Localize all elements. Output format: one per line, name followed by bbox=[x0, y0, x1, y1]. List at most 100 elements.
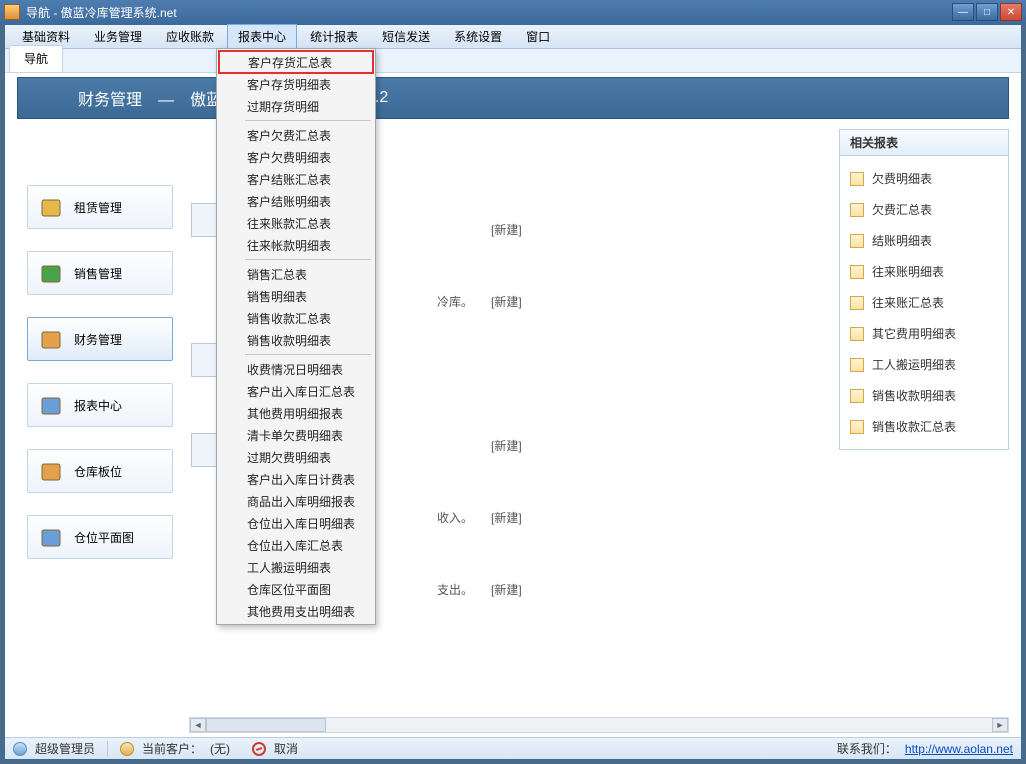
status-cancel[interactable]: 取消 bbox=[274, 740, 298, 757]
customer-icon bbox=[120, 742, 134, 756]
related-report-label: 欠费明细表 bbox=[872, 170, 932, 187]
report-icon bbox=[850, 389, 864, 403]
menu-系统设置[interactable]: 系统设置 bbox=[443, 24, 513, 49]
content-area: 财务管理 — 傲蓝冷 v5.2 租赁管理销售管理财务管理报表中心仓库板位仓位平面… bbox=[5, 73, 1021, 737]
menu-item-销售收款汇总表[interactable]: 销售收款汇总表 bbox=[219, 307, 373, 329]
row-new-link[interactable]: [新建] bbox=[491, 509, 551, 526]
nav-icon bbox=[38, 392, 64, 418]
scroll-left-button[interactable]: ◄ bbox=[190, 718, 206, 732]
report-icon bbox=[850, 265, 864, 279]
related-report-item[interactable]: 其它费用明细表 bbox=[850, 325, 998, 342]
menu-短信发送[interactable]: 短信发送 bbox=[371, 24, 441, 49]
related-report-label: 往来账明细表 bbox=[872, 263, 944, 280]
menu-item-客户欠费明细表[interactable]: 客户欠费明细表 bbox=[219, 146, 373, 168]
right-panel-title: 相关报表 bbox=[840, 130, 1008, 156]
menu-item-客户出入库日计费表[interactable]: 客户出入库日计费表 bbox=[219, 468, 373, 490]
related-report-item[interactable]: 结账明细表 bbox=[850, 232, 998, 249]
related-report-label: 工人搬运明细表 bbox=[872, 356, 956, 373]
menu-业务管理[interactable]: 业务管理 bbox=[83, 24, 153, 49]
nav-card-财务管理[interactable]: 财务管理 bbox=[27, 317, 173, 361]
row-new-link[interactable]: [新建] bbox=[491, 221, 551, 238]
tab-nav[interactable]: 导航 bbox=[9, 45, 63, 72]
related-report-item[interactable]: 往来账汇总表 bbox=[850, 294, 998, 311]
menu-item-客户存货明细表[interactable]: 客户存货明细表 bbox=[219, 73, 373, 95]
horizontal-scrollbar[interactable]: ◄ ► bbox=[189, 717, 1009, 733]
menu-item-收费情况日明细表[interactable]: 收费情况日明细表 bbox=[219, 358, 373, 380]
nav-card-仓库板位[interactable]: 仓库板位 bbox=[27, 449, 173, 493]
menu-应收账款[interactable]: 应收账款 bbox=[155, 24, 225, 49]
menu-item-客户结账汇总表[interactable]: 客户结账汇总表 bbox=[219, 168, 373, 190]
maximize-button[interactable]: □ bbox=[976, 3, 998, 21]
nav-icon bbox=[38, 326, 64, 352]
cancel-icon[interactable] bbox=[252, 742, 266, 756]
menu-item-客户结账明细表[interactable]: 客户结账明细表 bbox=[219, 190, 373, 212]
page-title: 财务管理 — 傲蓝冷 bbox=[78, 86, 238, 110]
nav-cards: 租赁管理销售管理财务管理报表中心仓库板位仓位平面图 bbox=[27, 185, 173, 559]
related-report-item[interactable]: 往来账明细表 bbox=[850, 263, 998, 280]
scroll-thumb[interactable] bbox=[206, 718, 326, 732]
menu-item-其他费用支出明细表[interactable]: 其他费用支出明细表 bbox=[219, 600, 373, 622]
report-icon bbox=[850, 327, 864, 341]
menu-窗口[interactable]: 窗口 bbox=[515, 24, 561, 49]
report-icon bbox=[850, 203, 864, 217]
menu-item-仓位出入库汇总表[interactable]: 仓位出入库汇总表 bbox=[219, 534, 373, 556]
nav-card-label: 仓位平面图 bbox=[74, 529, 134, 546]
related-report-label: 销售收款明细表 bbox=[872, 387, 956, 404]
menu-统计报表[interactable]: 统计报表 bbox=[299, 24, 369, 49]
menu-item-工人搬运明细表[interactable]: 工人搬运明细表 bbox=[219, 556, 373, 578]
related-report-item[interactable]: 工人搬运明细表 bbox=[850, 356, 998, 373]
row-new-link[interactable]: [新建] bbox=[491, 581, 551, 598]
nav-card-label: 报表中心 bbox=[74, 397, 122, 414]
menu-item-过期欠费明细表[interactable]: 过期欠费明细表 bbox=[219, 446, 373, 468]
menu-item-过期存货明细[interactable]: 过期存货明细 bbox=[219, 95, 373, 117]
nav-card-label: 财务管理 bbox=[74, 331, 122, 348]
row-new-link[interactable]: [新建] bbox=[491, 293, 551, 310]
related-report-item[interactable]: 销售收款汇总表 bbox=[850, 418, 998, 435]
menu-item-客户出入库日汇总表[interactable]: 客户出入库日汇总表 bbox=[219, 380, 373, 402]
related-report-item[interactable]: 欠费汇总表 bbox=[850, 201, 998, 218]
row-new-link[interactable]: [新建] bbox=[491, 437, 551, 454]
nav-card-租赁管理[interactable]: 租赁管理 bbox=[27, 185, 173, 229]
contact-link[interactable]: http://www.aolan.net bbox=[905, 742, 1013, 756]
scroll-right-button[interactable]: ► bbox=[992, 718, 1008, 732]
related-report-item[interactable]: 欠费明细表 bbox=[850, 170, 998, 187]
window-body: 基础资料业务管理应收账款报表中心统计报表短信发送系统设置窗口 导航 财务管理 —… bbox=[4, 24, 1022, 760]
status-user: 超级管理员 bbox=[35, 740, 95, 757]
nav-card-label: 销售管理 bbox=[74, 265, 122, 282]
contact-label: 联系我们： bbox=[837, 740, 897, 757]
related-report-label: 销售收款汇总表 bbox=[872, 418, 956, 435]
menu-item-客户欠费汇总表[interactable]: 客户欠费汇总表 bbox=[219, 124, 373, 146]
related-report-item[interactable]: 销售收款明细表 bbox=[850, 387, 998, 404]
nav-card-仓位平面图[interactable]: 仓位平面图 bbox=[27, 515, 173, 559]
nav-icon bbox=[38, 524, 64, 550]
menu-item-清卡单欠费明细表[interactable]: 清卡单欠费明细表 bbox=[219, 424, 373, 446]
right-panel: 相关报表 欠费明细表欠费汇总表结账明细表往来账明细表往来账汇总表其它费用明细表工… bbox=[839, 129, 1009, 450]
menu-item-商品出入库明细报表[interactable]: 商品出入库明细报表 bbox=[219, 490, 373, 512]
menu-item-其他费用明细报表[interactable]: 其他费用明细报表 bbox=[219, 402, 373, 424]
report-icon bbox=[850, 234, 864, 248]
related-report-label: 其它费用明细表 bbox=[872, 325, 956, 342]
menubar: 基础资料业务管理应收账款报表中心统计报表短信发送系统设置窗口 bbox=[5, 25, 1021, 49]
menu-item-仓位出入库日明细表[interactable]: 仓位出入库日明细表 bbox=[219, 512, 373, 534]
report-center-menu: 客户存货汇总表客户存货明细表过期存货明细客户欠费汇总表客户欠费明细表客户结账汇总… bbox=[216, 48, 376, 625]
nav-icon bbox=[38, 458, 64, 484]
report-icon bbox=[850, 358, 864, 372]
menu-item-销售收款明细表[interactable]: 销售收款明细表 bbox=[219, 329, 373, 351]
menu-item-仓库区位平面图[interactable]: 仓库区位平面图 bbox=[219, 578, 373, 600]
nav-card-销售管理[interactable]: 销售管理 bbox=[27, 251, 173, 295]
menu-separator bbox=[245, 120, 371, 121]
minimize-button[interactable]: — bbox=[952, 3, 974, 21]
nav-card-报表中心[interactable]: 报表中心 bbox=[27, 383, 173, 427]
report-icon bbox=[850, 172, 864, 186]
menu-item-客户存货汇总表[interactable]: 客户存货汇总表 bbox=[218, 50, 374, 74]
right-panel-list: 欠费明细表欠费汇总表结账明细表往来账明细表往来账汇总表其它费用明细表工人搬运明细… bbox=[840, 156, 1008, 449]
menu-报表中心[interactable]: 报表中心 bbox=[227, 24, 297, 49]
menu-item-销售明细表[interactable]: 销售明细表 bbox=[219, 285, 373, 307]
menu-item-销售汇总表[interactable]: 销售汇总表 bbox=[219, 263, 373, 285]
close-button[interactable]: ✕ bbox=[1000, 3, 1022, 21]
status-customer-value: (无) bbox=[210, 740, 230, 757]
menu-item-往来帐款明细表[interactable]: 往来帐款明细表 bbox=[219, 234, 373, 256]
menu-item-往来账款汇总表[interactable]: 往来账款汇总表 bbox=[219, 212, 373, 234]
window-title: 导航 - 傲蓝冷库管理系统.net bbox=[26, 4, 952, 21]
statusbar: 超级管理员 当前客户： (无) 取消 联系我们： http://www.aola… bbox=[5, 737, 1021, 759]
